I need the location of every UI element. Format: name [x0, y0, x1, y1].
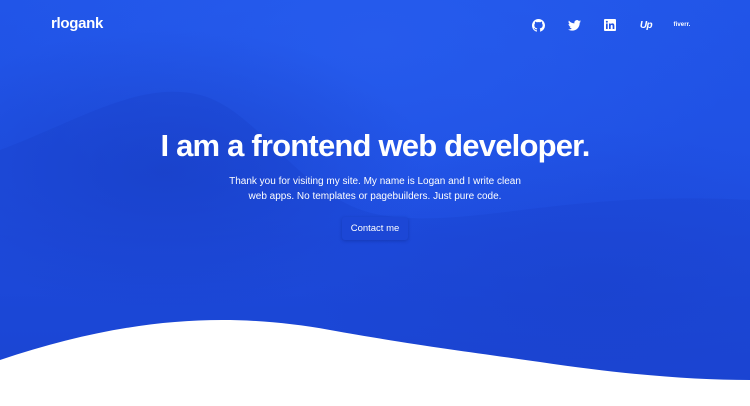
contact-button[interactable]: Contact me	[341, 217, 409, 240]
social-links: Up fiverr.	[520, 15, 700, 35]
hero-section: I am a frontend web developer. Thank you…	[0, 125, 750, 240]
twitter-link[interactable]	[556, 15, 592, 35]
hero-description: Thank you for visiting my site. My name …	[229, 176, 521, 202]
hero-title: I am a frontend web developer.	[160, 128, 590, 163]
fiverr-icon: fiverr.	[673, 22, 691, 28]
site-header: rlogank Up fiverr.	[0, 0, 750, 50]
upwork-icon: Up	[639, 19, 653, 31]
fiverr-link[interactable]: fiverr.	[664, 15, 700, 35]
twitter-icon	[567, 19, 581, 31]
linkedin-link[interactable]	[592, 15, 628, 35]
page: rlogank Up fiverr. I am a frontend web d…	[0, 0, 750, 406]
github-link[interactable]	[520, 15, 556, 35]
linkedin-icon	[604, 19, 616, 31]
github-icon	[531, 18, 545, 32]
upwork-link[interactable]: Up	[628, 15, 664, 35]
site-logo[interactable]: rlogank	[51, 14, 103, 34]
